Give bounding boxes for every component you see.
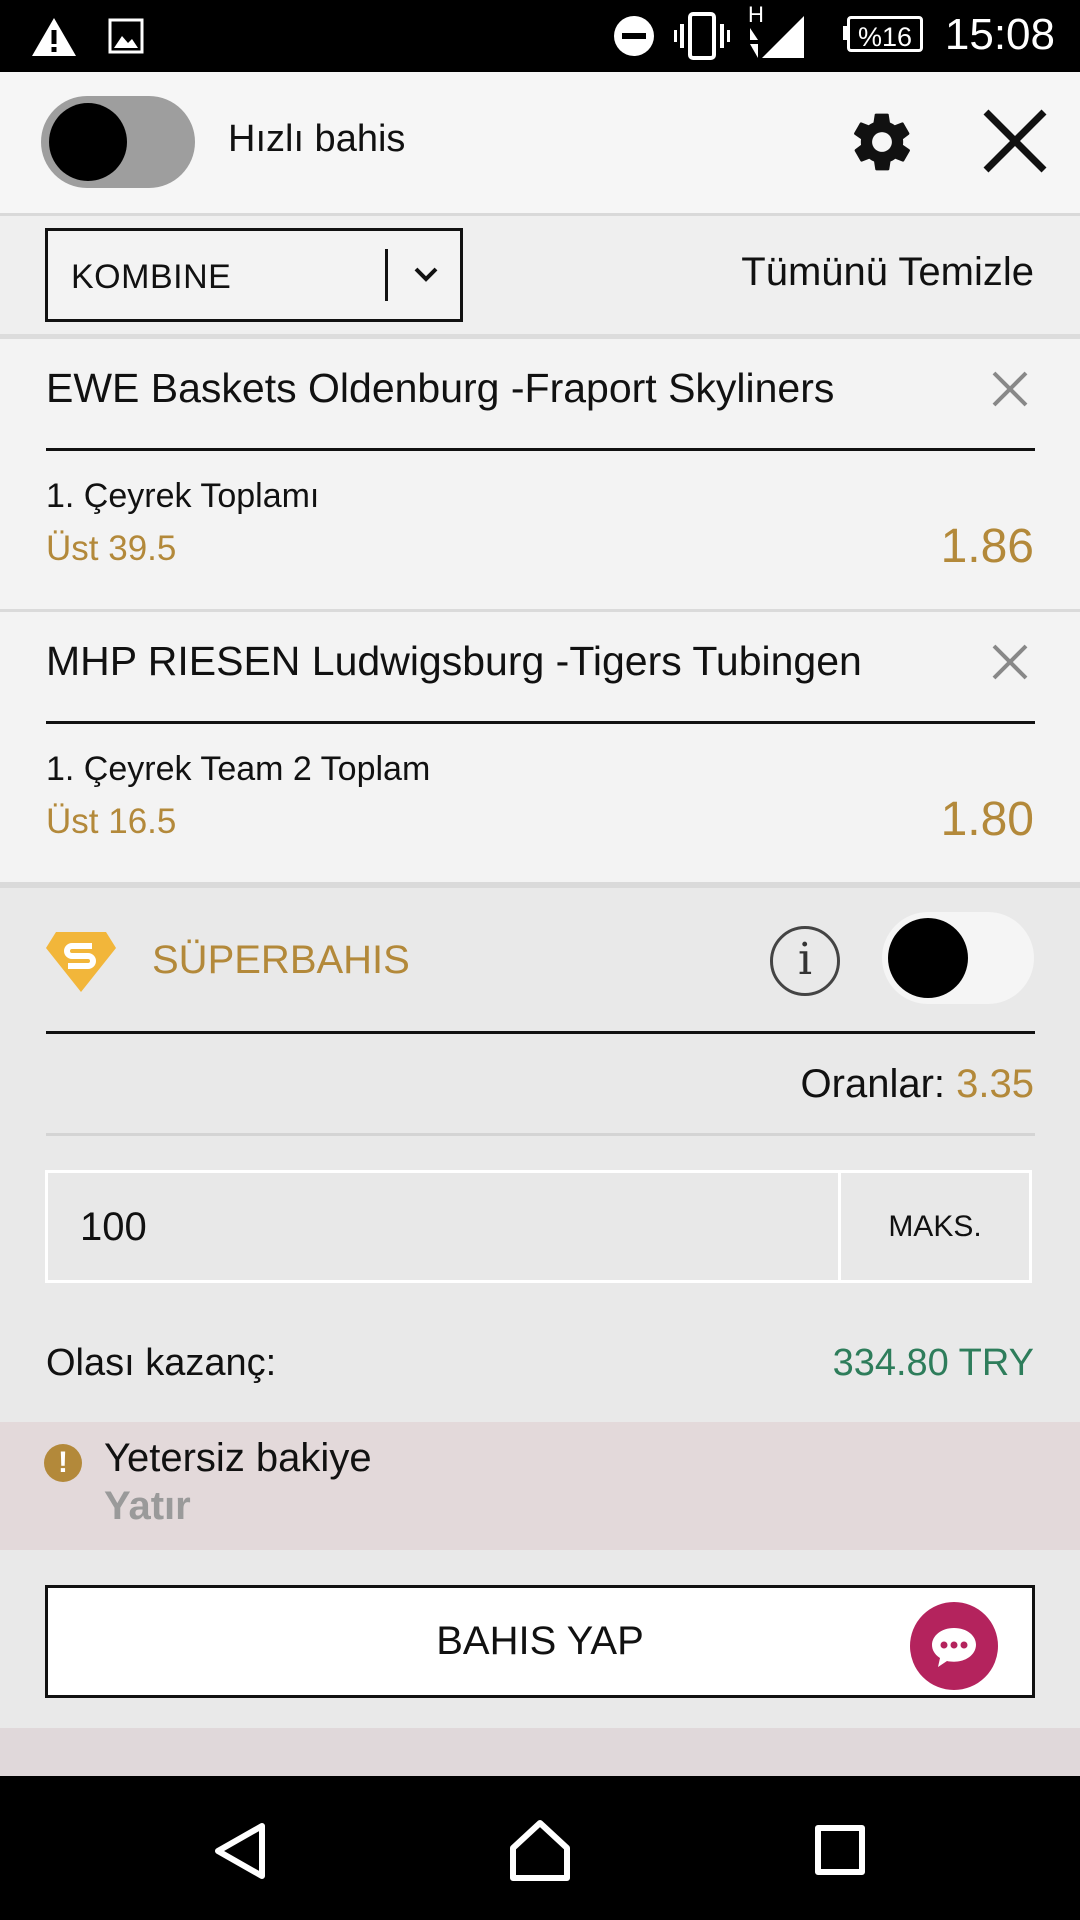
market-name: 1. Çeyrek Toplamı <box>46 477 320 515</box>
back-icon[interactable] <box>212 1822 268 1880</box>
quick-bet-toggle[interactable] <box>41 96 195 188</box>
match-name: MHP RIESEN Ludwigsburg -Tigers Tubingen <box>46 638 862 684</box>
insufficient-balance-banner: ! Yetersiz bakiye Yatır <box>0 1422 1080 1550</box>
total-odds-label: Oranlar: <box>800 1062 946 1106</box>
bottom-spacer <box>0 1728 1080 1776</box>
chat-button[interactable] <box>906 1598 1002 1694</box>
chat-icon <box>932 1628 976 1667</box>
market-name: 1. Çeyrek Team 2 Toplam <box>46 750 431 788</box>
battery-indicator: %16 <box>847 16 923 52</box>
info-icon[interactable]: i <box>770 926 840 996</box>
bet-card: EWE Baskets Oldenburg -Fraport Skyliners… <box>0 339 1080 615</box>
bet-odds: 1.86 <box>940 520 1034 573</box>
match-name: EWE Baskets Oldenburg -Fraport Skyliners <box>46 365 835 411</box>
home-icon[interactable] <box>508 1818 572 1882</box>
warning-message: Yetersiz bakiye <box>104 1436 372 1480</box>
do-not-disturb-icon <box>614 16 654 56</box>
max-stake-button[interactable]: MAKS. <box>841 1173 1029 1280</box>
superbet-toggle[interactable] <box>882 912 1034 1004</box>
toggle-knob <box>49 103 127 181</box>
image-icon <box>108 18 144 54</box>
bet-card: MHP RIESEN Ludwigsburg -Tigers Tubingen … <box>0 612 1080 888</box>
remove-bet-icon[interactable] <box>990 642 1030 682</box>
navigation-bar <box>0 1776 1080 1920</box>
alert-icon: ! <box>44 1444 82 1482</box>
recents-icon[interactable] <box>814 1824 866 1876</box>
stake-input[interactable]: 100 MAKS. <box>45 1170 1032 1283</box>
gear-icon[interactable] <box>848 108 916 176</box>
betslip-header: Hızlı bahis <box>0 72 1080 216</box>
select-divider <box>385 249 388 301</box>
card-divider <box>46 448 1035 451</box>
bet-odds: 1.80 <box>940 793 1034 846</box>
clock: 15:08 <box>944 10 1055 59</box>
vibrate-icon <box>674 12 730 60</box>
total-odds-value: 3.35 <box>956 1062 1034 1106</box>
deposit-link[interactable]: Yatır <box>104 1484 191 1529</box>
toggle-knob <box>888 918 968 998</box>
bet-type-row: KOMBINE Tümünü Temizle <box>0 216 1080 339</box>
stake-amount: 100 <box>80 1205 147 1249</box>
quick-bet-label: Hızlı bahis <box>228 118 406 160</box>
close-icon[interactable] <box>980 106 1050 176</box>
selection-name: Üst 16.5 <box>46 802 177 841</box>
remove-bet-icon[interactable] <box>990 369 1030 409</box>
potential-win-label: Olası kazanç: <box>46 1342 277 1384</box>
signal-icon <box>750 16 804 58</box>
potential-win-value: 334.80 TRY <box>832 1342 1034 1384</box>
clear-all-button[interactable]: Tümünü Temizle <box>741 250 1034 295</box>
status-bar: H %16 15:08 <box>0 0 1080 72</box>
warning-icon <box>32 18 76 56</box>
superbet-logo-icon <box>46 932 116 992</box>
total-odds: Oranlar: 3.35 <box>801 1062 1034 1107</box>
superbet-label: SÜPERBAHIS <box>152 938 410 982</box>
selection-name: Üst 39.5 <box>46 529 177 568</box>
chevron-down-icon <box>414 267 438 282</box>
place-bet-button[interactable]: BAHIS YAP <box>45 1585 1035 1698</box>
bet-type-value: KOMBINE <box>71 258 232 296</box>
odds-divider <box>46 1133 1035 1136</box>
card-divider <box>46 721 1035 724</box>
superbet-divider <box>46 1031 1035 1034</box>
bet-type-select[interactable]: KOMBINE <box>45 228 463 322</box>
